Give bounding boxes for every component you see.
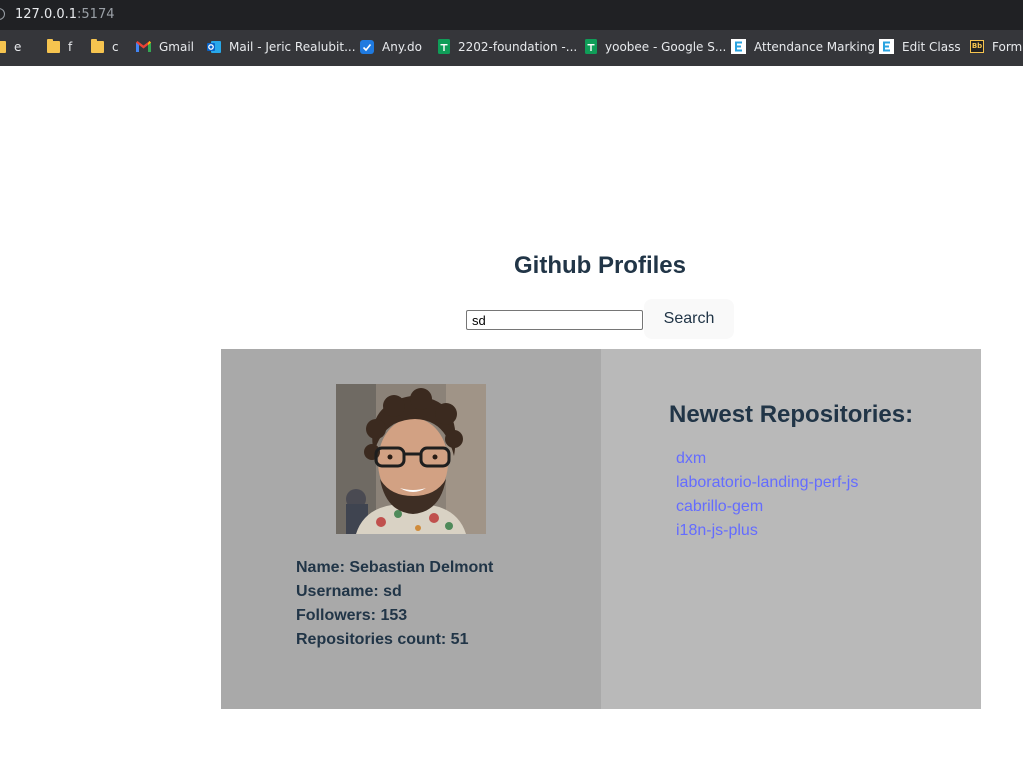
bookmark-label: c: [112, 39, 119, 54]
repo-link[interactable]: i18n-js-plus: [676, 522, 758, 539]
bookmark-attendance-marking[interactable]: Attendance Marking: [731, 30, 875, 63]
profile-name: Name: Sebastian Delmont: [296, 559, 494, 576]
list-item: dxm: [676, 449, 858, 473]
google-sheets-icon: [585, 39, 597, 54]
blackboard-icon: Bb: [970, 40, 984, 53]
list-item: i18n-js-plus: [676, 521, 858, 545]
site-info-icon[interactable]: [0, 8, 5, 20]
bookmark-folder-f[interactable]: f: [47, 30, 72, 63]
list-item: laboratorio-landing-perf-js: [676, 473, 858, 497]
profile-details: Name: Sebastian Delmont Username: sd Fol…: [296, 558, 493, 654]
bookmark-label: Gmail: [159, 39, 195, 54]
google-sheets-icon: [438, 39, 450, 54]
bookmark-label: Mail - Jeric Realubit...: [229, 39, 356, 54]
bookmarks-bar: e f c Gmail Mail - Jeric Realubit... Any…: [0, 30, 1023, 66]
bookmark-folder-c[interactable]: c: [91, 30, 119, 63]
profile-followers: Followers: 153: [296, 607, 408, 624]
bookmark-label: Any.do: [382, 39, 422, 54]
bookmark-yoobee-sheets[interactable]: yoobee - Google S...: [585, 30, 726, 63]
profile-card: Name: Sebastian Delmont Username: sd Fol…: [221, 349, 601, 709]
folder-icon: [0, 40, 6, 53]
profile-username: Username: sd: [296, 583, 402, 600]
bookmark-anydo[interactable]: Any.do: [360, 30, 422, 63]
edclass-icon: [731, 39, 746, 54]
bookmark-folder-e[interactable]: e: [0, 30, 21, 63]
repo-list: dxm laboratorio-landing-perf-js cabrillo…: [676, 449, 858, 545]
bookmark-label: yoobee - Google S...: [605, 39, 727, 54]
repo-link[interactable]: laboratorio-landing-perf-js: [676, 474, 858, 491]
bookmark-label: Attendance Marking: [754, 39, 875, 54]
edclass-icon: [879, 39, 894, 54]
avatar: [336, 384, 486, 534]
bookmark-label: f: [68, 39, 73, 54]
repos-card: Newest Repositories: dxm laboratorio-lan…: [601, 349, 981, 709]
url-host: 127.0.0.1: [15, 7, 78, 22]
bookmark-edit-class[interactable]: Edit Class: [879, 30, 961, 63]
bookmark-forma[interactable]: Bb Forma: [970, 30, 1023, 63]
page-title: Github Profiles: [513, 252, 686, 279]
bookmark-label: Edit Class: [902, 39, 961, 54]
bookmark-outlook-mail[interactable]: Mail - Jeric Realubit...: [207, 30, 356, 63]
search-button[interactable]: Search: [644, 299, 734, 339]
folder-icon: [47, 38, 60, 53]
url-port: :5174: [77, 7, 115, 22]
repos-heading: Newest Repositories:: [669, 401, 914, 428]
bookmark-label: Forma: [992, 39, 1023, 54]
bookmark-label: e: [14, 39, 22, 54]
repo-link[interactable]: dxm: [676, 450, 706, 467]
anydo-icon: [360, 39, 374, 54]
folder-icon: [91, 38, 104, 53]
list-item: cabrillo-gem: [676, 497, 858, 521]
gmail-icon: [136, 41, 151, 52]
bookmark-gmail[interactable]: Gmail: [136, 30, 194, 63]
url-text[interactable]: 127.0.0.1:5174: [15, 7, 115, 22]
address-bar[interactable]: 127.0.0.1:5174: [0, 0, 1023, 30]
bookmark-2202-foundation[interactable]: 2202-foundation -...: [438, 30, 577, 63]
bookmark-label: 2202-foundation -...: [458, 39, 578, 54]
outlook-icon: [207, 40, 221, 54]
repo-link[interactable]: cabrillo-gem: [676, 498, 763, 515]
profile-repos-count: Repositories count: 51: [296, 631, 469, 648]
search-input[interactable]: [466, 310, 643, 330]
